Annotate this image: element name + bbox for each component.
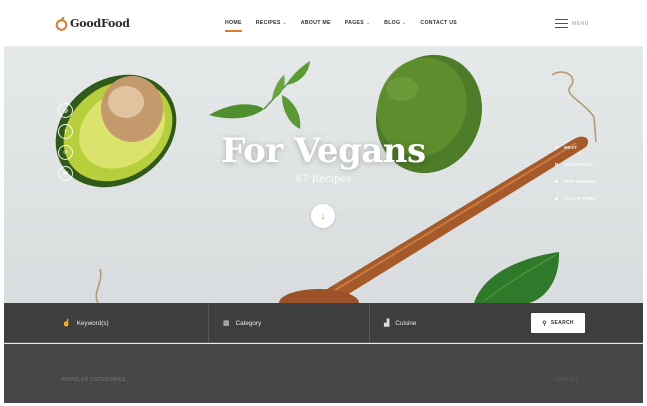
pinterest-glyph: ℗ [63,149,68,156]
orange-logo-icon [55,16,68,31]
pinterest-icon[interactable]: ℗ [58,145,73,160]
bullet-icon [555,163,558,166]
nav-about-me-label: ABOUT ME [300,20,331,26]
search-button-label: SEARCH [550,320,574,326]
menu-button[interactable]: MENU [555,18,589,29]
facebook-icon[interactable]: f [58,124,73,139]
cuisine-select[interactable]: ▟ Cuisine [384,303,416,343]
nav-pages[interactable]: PAGES ⌄ [345,20,370,26]
brand-name: GoodFood [70,16,130,30]
main-nav: HOME RECIPES ⌄ ABOUT ME PAGES ⌄ BLOG ⌄ CONT… [225,20,471,32]
search-icon: ⚲ [542,320,547,327]
hand-pointer-icon: ☝ [62,320,71,327]
divider [208,303,209,343]
mail-icon[interactable]: ✉ [58,166,73,181]
category-label: MEAT [564,145,578,150]
hero-category-list: MEAT SMOOTHIES FOR VEGANS SUGAR FREE [555,145,596,201]
cuisine-icon: ▟ [384,320,390,327]
view-all-link[interactable]: VIEW ALL [554,377,579,383]
nav-home[interactable]: HOME [225,20,242,32]
hero-category-sugar-free[interactable]: SUGAR FREE [555,196,596,201]
keyword-input[interactable]: ☝ Keyword(s) [62,303,109,343]
hero-category-smoothies[interactable]: SMOOTHIES [555,162,596,167]
hero-category-for-vegans[interactable]: FOR VEGANS [555,179,596,184]
arrow-down-icon: ↓ [320,211,326,221]
hero-banner: For Vegans 67 Recipes ↓ ◎ f ℗ ✉ MEAT SMO… [4,47,643,303]
hero-title: For Vegans [221,131,426,171]
popular-categories-section: POPULAR CATEGORIES VIEW ALL [4,344,643,403]
bullet-icon [555,180,558,183]
instagram-glyph: ◎ [63,107,68,114]
hero-subtitle: 67 Recipes [295,174,352,185]
category-select[interactable]: ▦ Category [223,303,261,343]
recipe-search-bar: ☝ Keyword(s) ▦ Category ▟ Cuisine ⚲ SEAR… [4,303,643,343]
facebook-glyph: f [64,128,67,135]
category-placeholder: Category [235,319,262,327]
menu-label: MENU [572,20,589,27]
nav-pages-label: PAGES [344,20,365,26]
hamburger-icon [555,18,568,29]
category-label: FOR VEGANS [564,179,597,184]
chevron-down-icon: ⌄ [402,20,407,25]
nav-contact-us-label: CONTACT US [420,20,458,26]
nav-blog[interactable]: BLOG ⌄ [384,20,406,26]
nav-blog-label: BLOG [384,20,401,26]
chevron-down-icon: ⌄ [366,20,371,25]
nav-contact-us[interactable]: CONTACT US [420,20,457,26]
social-links: ◎ f ℗ ✉ [58,103,73,181]
logo[interactable]: GoodFood [55,13,130,33]
scroll-down-button[interactable]: ↓ [311,204,335,228]
nav-home-label: HOME [225,20,242,26]
nav-recipes-label: RECIPES [255,20,281,26]
keyword-placeholder: Keyword(s) [76,319,109,327]
divider [369,303,370,343]
site-header: GoodFood HOME RECIPES ⌄ ABOUT ME PAGES ⌄ B… [4,3,643,47]
bullet-icon [555,197,558,200]
category-label: SMOOTHIES [564,162,594,167]
nav-about-me[interactable]: ABOUT ME [301,20,331,26]
category-label: SUGAR FREE [564,196,596,201]
section-heading: POPULAR CATEGORIES [62,377,126,383]
chevron-down-icon: ⌄ [282,20,287,25]
bullet-icon [555,146,558,149]
grid-icon: ▦ [223,320,230,327]
nav-recipes[interactable]: RECIPES ⌄ [256,20,287,26]
instagram-icon[interactable]: ◎ [58,103,73,118]
cuisine-placeholder: Cuisine [395,319,417,327]
hero-category-meat[interactable]: MEAT [555,145,596,150]
mail-glyph: ✉ [63,170,68,177]
search-button[interactable]: ⚲ SEARCH [531,313,585,333]
page-frame: GoodFood HOME RECIPES ⌄ ABOUT ME PAGES ⌄ B… [4,3,643,403]
